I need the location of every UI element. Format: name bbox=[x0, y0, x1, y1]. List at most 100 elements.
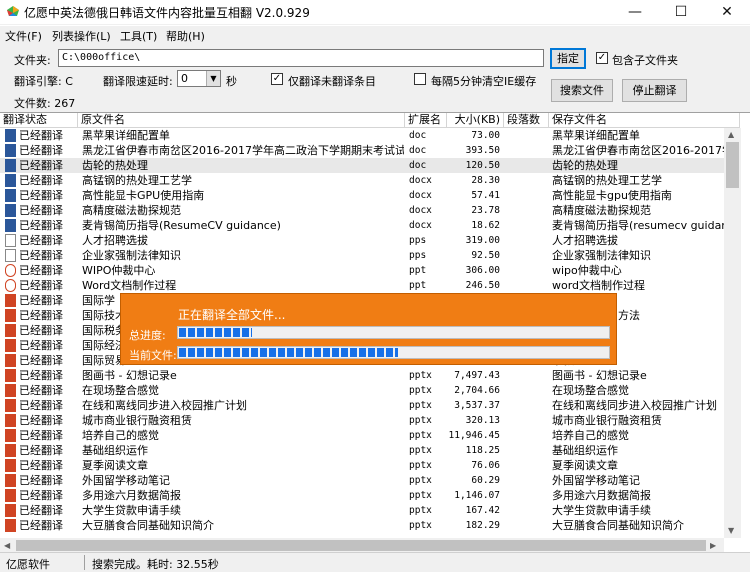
cell-save: 城市商业银行融资租赁 bbox=[552, 414, 662, 427]
cell-size: 18.62 bbox=[471, 220, 500, 231]
col-status[interactable]: 翻译状态 bbox=[0, 113, 78, 128]
cell-ext: pptx bbox=[409, 385, 432, 396]
cell-save: 高性能显卡gpu使用指南 bbox=[552, 189, 672, 202]
col-save-name[interactable]: 保存文件名 bbox=[549, 113, 740, 128]
table-row[interactable]: 已经翻译 基础组织运作 pptx 118.25 基础组织运作 bbox=[0, 443, 724, 458]
col-ext[interactable]: 扩展名 bbox=[405, 113, 447, 128]
only-untranslated-label: 仅翻译未翻译条目 bbox=[288, 75, 376, 88]
table-row[interactable]: 已经翻译 在现场整合感觉 pptx 2,704.66 在现场整合感觉 bbox=[0, 383, 724, 398]
table-row[interactable]: 已经翻译 Word文档制作过程 ppt 246.50 word文档制作过程 bbox=[0, 278, 724, 293]
cell-size: 23.78 bbox=[471, 205, 500, 216]
progress-dialog: 正在翻译全部文件... 总进度: 当前文件: bbox=[120, 293, 617, 365]
menu-file[interactable]: 文件(F) bbox=[5, 28, 42, 44]
cell-name: 在线和离线同步进入校园推广计划 bbox=[82, 399, 247, 412]
cell-save: 大豆膳食合同基础知识简介 bbox=[552, 519, 684, 532]
cell-save: 齿轮的热处理 bbox=[552, 159, 618, 172]
table-row[interactable]: 已经翻译 高锰钢的热处理工艺学 docx 28.30 高锰钢的热处理工艺学 bbox=[0, 173, 724, 188]
cell-save: 外国留学移动笔记 bbox=[552, 474, 640, 487]
cell-status: 已经翻译 bbox=[19, 204, 63, 217]
menu-help[interactable]: 帮助(H) bbox=[166, 28, 205, 44]
table-row[interactable]: 已经翻译 高性能显卡GPU使用指南 docx 57.41 高性能显卡gpu使用指南 bbox=[0, 188, 724, 203]
clear-cache-checkbox[interactable] bbox=[414, 73, 426, 85]
pps-file-icon bbox=[5, 249, 16, 262]
cell-status: 已经翻译 bbox=[19, 234, 63, 247]
minimize-button[interactable]: — bbox=[612, 0, 658, 24]
cell-size: 73.00 bbox=[471, 130, 500, 141]
table-row[interactable]: 已经翻译 大学生贷款申请手续 pptx 167.42 大学生贷款申请手续 bbox=[0, 503, 724, 518]
cell-save: word文档制作过程 bbox=[552, 279, 646, 292]
delay-select[interactable]: 0 ▼ bbox=[177, 70, 221, 87]
table-row[interactable]: 已经翻译 齿轮的热处理 doc 120.50 齿轮的热处理 bbox=[0, 158, 724, 173]
pptx-file-icon bbox=[5, 489, 16, 502]
cell-name: 夏季阅读文章 bbox=[82, 459, 148, 472]
menu-tools[interactable]: 工具(T) bbox=[120, 28, 157, 44]
cell-status: 已经翻译 bbox=[19, 264, 63, 277]
table-row[interactable]: 已经翻译 企业家强制法律知识 pps 92.50 企业家强制法律知识 bbox=[0, 248, 724, 263]
cell-ext: pptx bbox=[409, 415, 432, 426]
table-row[interactable]: 已经翻译 多用途六月数据简报 pptx 1,146.07 多用途六月数据简报 bbox=[0, 488, 724, 503]
vertical-scroll-thumb[interactable] bbox=[726, 142, 739, 188]
scroll-right-icon[interactable]: ▶ bbox=[710, 541, 716, 550]
cell-name: 培养自己的感觉 bbox=[82, 429, 159, 442]
menu-list-ops[interactable]: 列表操作(L) bbox=[52, 28, 111, 44]
table-row[interactable]: 已经翻译 城市商业银行融资租赁 pptx 320.13 城市商业银行融资租赁 bbox=[0, 413, 724, 428]
cell-status: 已经翻译 bbox=[19, 369, 63, 382]
status-message: 搜索完成。耗时: 32.55秒 bbox=[92, 558, 219, 571]
scroll-left-icon[interactable]: ◀ bbox=[4, 541, 10, 550]
stop-translation-button[interactable]: 停止翻译 bbox=[622, 79, 687, 102]
close-button[interactable]: ✕ bbox=[704, 0, 750, 24]
cell-save: 人才招聘选拔 bbox=[552, 234, 618, 247]
scroll-up-icon[interactable]: ▲ bbox=[728, 130, 734, 139]
include-subfolders-checkbox[interactable]: ✓ bbox=[596, 52, 608, 64]
doc-file-icon bbox=[5, 144, 16, 157]
cell-size: 118.25 bbox=[465, 445, 500, 456]
cell-save: 企业家强制法律知识 bbox=[552, 249, 651, 262]
cell-ext: pptx bbox=[409, 445, 432, 456]
cell-paras bbox=[504, 173, 548, 188]
table-row[interactable]: 已经翻译 人才招聘选拔 pps 319.00 人才招聘选拔 bbox=[0, 233, 724, 248]
cell-size: 57.41 bbox=[471, 190, 500, 201]
table-row[interactable]: 已经翻译 麦肯锡简历指导(ResumeCV guidance) docx 18.62 麦… bbox=[0, 218, 724, 233]
specify-folder-button[interactable]: 指定 bbox=[550, 48, 586, 69]
table-row[interactable]: 已经翻译 外国留学移动笔记 pptx 60.29 外国留学移动笔记 bbox=[0, 473, 724, 488]
col-filename[interactable]: 原文件名 bbox=[78, 113, 405, 128]
table-row[interactable]: 已经翻译 图画书 - 幻想记录e pptx 7,497.43 图画书 - 幻想记录e bbox=[0, 368, 724, 383]
col-size[interactable]: 大小(KB) bbox=[447, 113, 504, 128]
cell-status: 已经翻译 bbox=[19, 159, 63, 172]
table-row[interactable]: 已经翻译 培养自己的感觉 pptx 11,946.45 培养自己的感觉 bbox=[0, 428, 724, 443]
scroll-down-icon[interactable]: ▼ bbox=[728, 526, 734, 535]
cell-paras bbox=[504, 383, 548, 398]
table-row[interactable]: 已经翻译 夏季阅读文章 pptx 76.06 夏季阅读文章 bbox=[0, 458, 724, 473]
table-row[interactable]: 已经翻译 黑龙江省伊春市南岔区2016-2017学年高二政治下学期期末考试试题 do… bbox=[0, 143, 724, 158]
cell-size: 3,537.37 bbox=[454, 400, 500, 411]
col-paragraphs[interactable]: 段落数 bbox=[504, 113, 549, 128]
cell-status: 已经翻译 bbox=[19, 144, 63, 157]
delay-value: 0 bbox=[181, 72, 188, 85]
cell-save: 黑苹果详细配置单 bbox=[552, 129, 640, 142]
table-row[interactable]: 已经翻译 高精度磁法勘探规范 docx 23.78 高精度磁法勘探规范 bbox=[0, 203, 724, 218]
maximize-button[interactable]: ☐ bbox=[658, 0, 704, 24]
vertical-scrollbar[interactable]: ▲ ▼ bbox=[724, 128, 741, 538]
horizontal-scroll-thumb[interactable] bbox=[16, 540, 706, 551]
cell-size: 320.13 bbox=[465, 415, 500, 426]
pptx-file-icon bbox=[5, 474, 16, 487]
search-files-button[interactable]: 搜索文件 bbox=[551, 79, 613, 102]
folder-path-input[interactable]: C:\000office\ bbox=[58, 49, 544, 67]
cell-ext: doc bbox=[409, 145, 427, 156]
control-panel: 文件夹: C:\000office\ 指定 ✓ 包含子文件夹 翻译引擎: C 翻… bbox=[0, 44, 750, 112]
cell-paras bbox=[504, 218, 548, 233]
cell-save: 在现场整合感觉 bbox=[552, 384, 629, 397]
horizontal-scrollbar[interactable]: ◀ ▶ bbox=[0, 538, 724, 552]
pptx-file-icon bbox=[5, 384, 16, 397]
table-row[interactable]: 已经翻译 WIPO仲裁中心 ppt 306.00 wipo仲裁中心 bbox=[0, 263, 724, 278]
chevron-down-icon[interactable]: ▼ bbox=[206, 71, 220, 86]
cell-name: 在现场整合感觉 bbox=[82, 384, 159, 397]
table-row[interactable]: 已经翻译 大豆膳食合同基础知识简介 pptx 182.29 大豆膳食合同基础知识简介 bbox=[0, 518, 724, 533]
only-untranslated-checkbox[interactable]: ✓ bbox=[271, 73, 283, 85]
table-row[interactable]: 已经翻译 黑苹果详细配置单 doc 73.00 黑苹果详细配置单 bbox=[0, 128, 724, 143]
cell-paras bbox=[504, 398, 548, 413]
cell-paras bbox=[504, 188, 548, 203]
cell-ext: docx bbox=[409, 205, 432, 216]
table-row[interactable]: 已经翻译 在线和离线同步进入校园推广计划 pptx 3,537.37 在线和离线同步进入… bbox=[0, 398, 724, 413]
total-progress-fill bbox=[179, 328, 252, 337]
